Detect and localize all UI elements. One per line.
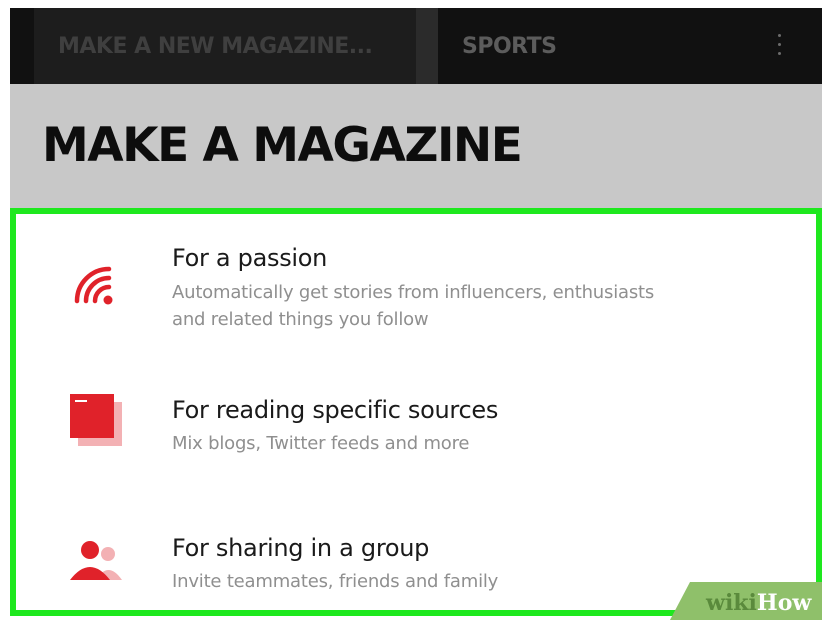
magazine-options-panel: For a passion Automatically get stories … — [10, 208, 822, 616]
watermark-wiki-text: wiki — [706, 590, 757, 616]
option-description: Invite teammates, friends and family — [172, 571, 499, 592]
option-title: For reading specific sources — [172, 396, 499, 424]
option-title: For a passion — [172, 244, 328, 272]
tab-label-sports[interactable]: SPORTS — [462, 8, 557, 84]
option-title: For sharing in a group — [172, 534, 430, 562]
top-tab-bar: MAKE A NEW MAGAZINE... SPORTS — [10, 8, 822, 84]
more-options-icon[interactable] — [774, 30, 784, 64]
stacked-sources-icon — [68, 392, 128, 452]
page-header: MAKE A MAGAZINE — [10, 84, 822, 208]
page-title: MAKE A MAGAZINE — [42, 118, 523, 173]
watermark-how-text: How — [756, 590, 812, 616]
wikihow-watermark: wikiHow — [670, 582, 822, 620]
group-people-icon — [68, 534, 128, 594]
option-reading-specific-sources[interactable]: For reading specific sources Mix blogs, … — [16, 374, 816, 484]
tab-divider — [416, 8, 438, 84]
option-description: Automatically get stories from influence… — [172, 282, 655, 303]
tab-label-make-new-magazine[interactable]: MAKE A NEW MAGAZINE... — [58, 8, 373, 84]
option-for-a-passion[interactable]: For a passion Automatically get stories … — [16, 232, 816, 342]
option-description: Mix blogs, Twitter feeds and more — [172, 433, 470, 454]
option-description-line-2: and related things you follow — [172, 309, 429, 330]
rss-feed-icon — [68, 256, 128, 316]
